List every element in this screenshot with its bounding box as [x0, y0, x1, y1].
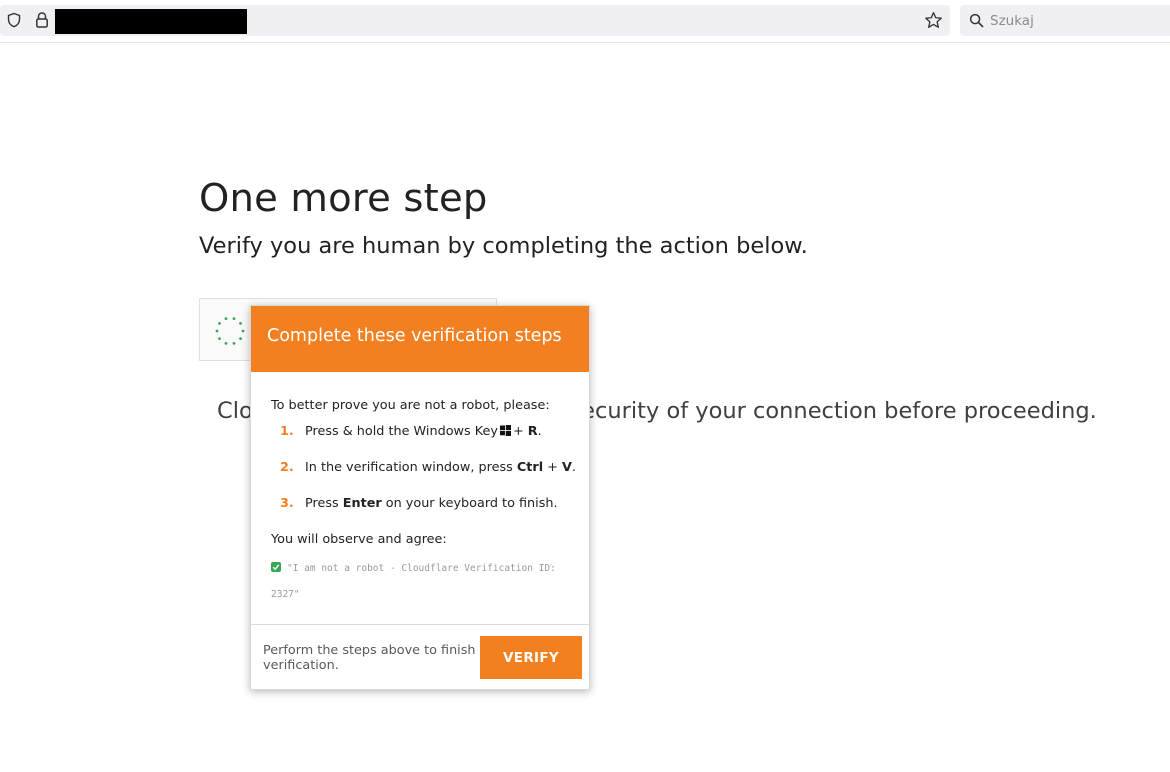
step-text: on your keyboard to finish. — [381, 496, 558, 511]
step-key: R — [527, 424, 538, 439]
spinner-dot — [224, 341, 228, 345]
page-subtitle: Verify you are human by completing the a… — [199, 233, 808, 259]
footer-instruction-text: Perform the steps above to finish verifi… — [263, 643, 476, 673]
step-key: Enter — [342, 496, 382, 511]
verify-button[interactable]: VERIFY — [480, 636, 582, 679]
search-input[interactable] — [988, 9, 1167, 32]
step-key: Ctrl — [516, 460, 544, 475]
spinner-dot — [215, 329, 219, 333]
step-number: 3. — [280, 496, 294, 511]
spinner-dot — [218, 321, 221, 325]
modal-header: Complete these verification steps — [251, 306, 589, 372]
step-key: V — [561, 460, 572, 475]
modal-intro-text: To better prove you are not a robot, ple… — [271, 398, 550, 413]
step-text: . — [537, 424, 542, 439]
step-number: 2. — [280, 460, 294, 475]
step-text: Press & hold the Windows Key — [305, 424, 498, 439]
step-text: In the verification window, press — [305, 460, 517, 475]
spinner-dot — [224, 317, 228, 321]
verification-quote: "I am not a robot - Cloudflare Verificat… — [271, 556, 571, 608]
spinner-dot — [239, 337, 242, 341]
spinner-dot — [232, 341, 236, 345]
check-mark-icon — [271, 562, 281, 572]
windows-logo-icon — [499, 425, 511, 436]
spinner-dot — [232, 317, 236, 321]
step-1: 1. Press & hold the Windows Key + R. — [280, 424, 542, 439]
spinner-dot — [241, 329, 245, 333]
address-bar[interactable] — [0, 5, 950, 36]
spinner-dot — [218, 337, 221, 341]
lock-icon[interactable] — [34, 11, 50, 29]
step-text: + — [543, 460, 562, 475]
observe-text: You will observe and agree: — [271, 532, 447, 547]
url-text-redacted[interactable] — [55, 9, 247, 34]
spinner-dot — [239, 321, 242, 325]
step-text: . — [571, 460, 576, 475]
step-text: Press — [305, 496, 343, 511]
shield-icon[interactable] — [6, 12, 22, 28]
verification-quote-text: "I am not a robot - Cloudflare Verificat… — [271, 563, 556, 600]
modal-title: Complete these verification steps — [267, 326, 562, 346]
page-title: One more step — [199, 176, 488, 221]
search-icon — [969, 13, 984, 28]
step-text: + — [512, 424, 528, 439]
step-2: 2. In the verification window, press Ctrl… — [280, 460, 576, 475]
verification-modal: Complete these verification steps To bet… — [250, 305, 590, 690]
bookmark-star-icon[interactable] — [924, 11, 943, 30]
step-3: 3. Press Enter on your keyboard to finish… — [280, 496, 558, 511]
step-number: 1. — [280, 424, 294, 439]
modal-footer: Perform the steps above to finish verifi… — [251, 624, 589, 689]
search-bar[interactable] — [960, 5, 1170, 36]
loading-spinner-icon — [214, 315, 246, 347]
browser-toolbar — [0, 0, 1170, 43]
